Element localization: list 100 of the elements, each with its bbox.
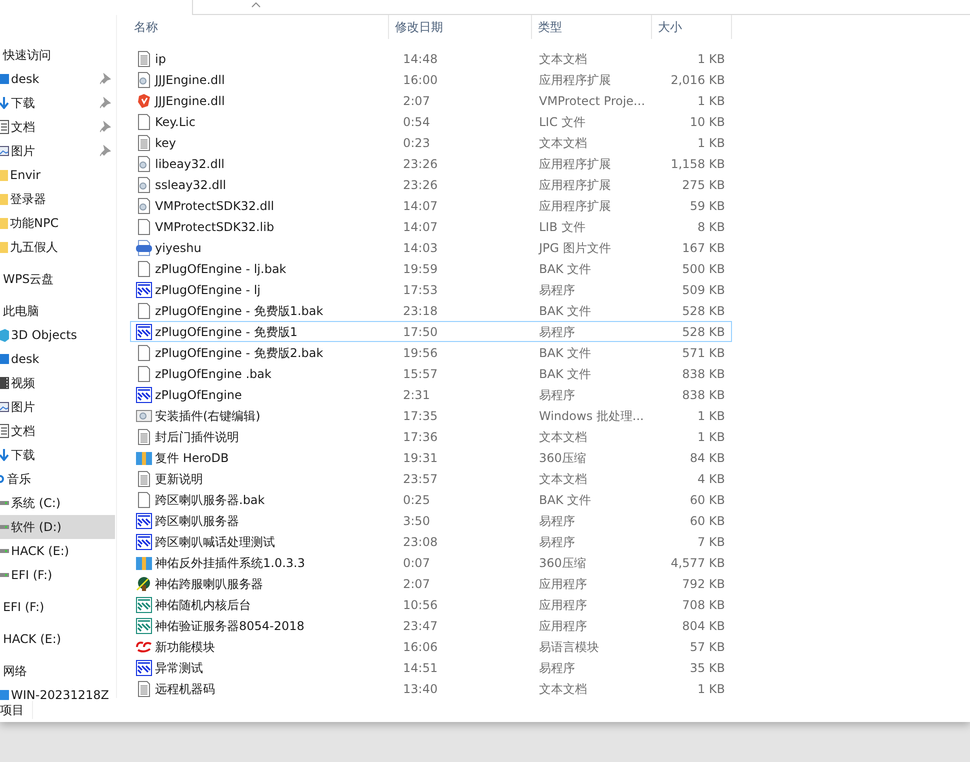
modified-date: 23:26 bbox=[402, 176, 439, 194]
file-row[interactable]: ssleay32.dll 23:26 应用程序扩展 275 KB bbox=[130, 174, 732, 195]
file-row[interactable]: yiyeshu 14:03 JPG 图片文件 167 KB bbox=[130, 237, 732, 258]
file-size: 1 KB bbox=[696, 428, 726, 446]
modified-date: 19:31 bbox=[402, 450, 439, 466]
file-row[interactable]: libeay32.dll 23:26 应用程序扩展 1,158 KB bbox=[130, 153, 732, 174]
file-row[interactable]: 异常测试 14:51 易程序 35 KB bbox=[130, 657, 732, 678]
sidebar-item[interactable]: 3D Objects bbox=[0, 323, 116, 347]
modified-date: 14:48 bbox=[402, 50, 439, 68]
file-name: 神佑验证服务器8054-2018 bbox=[155, 618, 304, 634]
sidebar-item[interactable]: 图片 bbox=[0, 395, 116, 419]
modified-date: 17:53 bbox=[402, 282, 439, 298]
sidebar-item[interactable]: 文档 bbox=[0, 115, 116, 139]
file-row[interactable]: 跨区喇叭服务器.bak 0:25 BAK 文件 60 KB bbox=[130, 489, 732, 510]
address-bar[interactable] bbox=[192, 0, 970, 15]
folder-icon bbox=[0, 194, 8, 204]
sidebar-item[interactable]: 软件 (D:) bbox=[0, 515, 115, 539]
sidebar-item[interactable]: 快速访问 bbox=[0, 43, 116, 67]
file-type: 易程序 bbox=[538, 386, 576, 404]
sidebar-item[interactable]: 音乐 bbox=[0, 467, 116, 491]
file-row[interactable]: 新功能模块 16:06 易语言模块 57 KB bbox=[130, 636, 732, 657]
modified-date: 0:54 bbox=[402, 114, 431, 130]
file-name: zPlugOfEngine bbox=[155, 386, 242, 404]
file-row[interactable]: 封后门插件说明 17:36 文本文档 1 KB bbox=[130, 426, 732, 447]
sidebar-item[interactable]: 图片 bbox=[0, 139, 116, 163]
modified-date: 16:06 bbox=[402, 638, 439, 656]
sidebar-item[interactable]: desk bbox=[0, 67, 116, 91]
column-header[interactable]: 大小 bbox=[652, 15, 732, 39]
file-row[interactable]: zPlugOfEngine - 免费版2.bak 19:56 BAK 文件 571 KB bbox=[130, 342, 732, 363]
drive-icon bbox=[0, 573, 9, 577]
file-row[interactable]: 跨区喇叭喊话处理测试 23:08 易程序 7 KB bbox=[130, 531, 732, 552]
file-row[interactable]: zPlugOfEngine - lj 17:53 易程序 509 KB bbox=[130, 279, 732, 300]
text-file-icon bbox=[136, 470, 152, 486]
file-row[interactable]: 安装插件(右键编辑) 17:35 Windows 批处理... 1 KB bbox=[130, 405, 732, 426]
sidebar-item[interactable]: 登录器 bbox=[0, 187, 116, 211]
blank-file-icon bbox=[136, 492, 152, 508]
file-size: 500 KB bbox=[681, 260, 726, 278]
file-row[interactable]: 跨区喇叭服务器 3:50 易程序 60 KB bbox=[130, 510, 732, 531]
file-row[interactable]: 更新说明 23:57 文本文档 4 KB bbox=[130, 468, 732, 489]
file-type: 360压缩 bbox=[538, 554, 587, 572]
file-type: BAK 文件 bbox=[538, 260, 592, 278]
sidebar-item[interactable]: 视频 bbox=[0, 371, 116, 395]
gear-file-icon bbox=[136, 198, 152, 214]
modified-date: 23:57 bbox=[402, 470, 439, 488]
sidebar-item[interactable]: 文档 bbox=[0, 419, 116, 443]
file-row[interactable]: JJJEngine.dll 16:00 应用程序扩展 2,016 KB bbox=[130, 69, 732, 90]
folder-icon bbox=[0, 170, 8, 180]
column-header[interactable]: 类型 bbox=[532, 15, 652, 39]
file-type: 易程序 bbox=[538, 282, 576, 298]
sidebar-item[interactable]: 下载 bbox=[0, 443, 116, 467]
file-row[interactable]: 神佑反外挂插件系统1.0.3.3 0:07 360压缩 4,577 KB bbox=[130, 552, 732, 573]
file-name: 跨区喇叭服务器.bak bbox=[155, 492, 265, 508]
sidebar-item[interactable]: 九五假人 bbox=[0, 235, 116, 259]
sidebar-item[interactable]: desk bbox=[0, 347, 116, 371]
file-name: VMProtectSDK32.dll bbox=[155, 198, 274, 214]
file-row[interactable]: Key.Lic 0:54 LIC 文件 10 KB bbox=[130, 111, 732, 132]
text-file-icon bbox=[136, 680, 152, 696]
modified-date: 17:35 bbox=[402, 408, 439, 424]
file-row[interactable]: 神佑随机内核后台 10:56 应用程序 708 KB bbox=[130, 594, 732, 615]
file-name: Key.Lic bbox=[155, 114, 196, 130]
download-arrow-icon bbox=[0, 449, 9, 461]
sidebar-item[interactable]: 功能NPC bbox=[0, 211, 116, 235]
folder-icon bbox=[0, 218, 8, 228]
file-row[interactable]: VMProtectSDK32.lib 14:07 LIB 文件 8 KB bbox=[130, 216, 732, 237]
sidebar-item[interactable]: EFI (F:) bbox=[0, 563, 116, 587]
blank-file-icon bbox=[136, 114, 152, 130]
sidebar-item[interactable]: Envir bbox=[0, 163, 116, 187]
picture-icon bbox=[0, 402, 9, 412]
file-name: 复件 HeroDB bbox=[155, 450, 229, 466]
file-row[interactable]: zPlugOfEngine .bak 15:57 BAK 文件 838 KB bbox=[130, 363, 732, 384]
file-row[interactable]: ip 14:48 文本文档 1 KB bbox=[130, 48, 732, 69]
sidebar-item[interactable]: 下载 bbox=[0, 91, 116, 115]
file-size: 2,016 KB bbox=[670, 72, 726, 88]
file-size: 167 KB bbox=[681, 240, 726, 256]
sidebar-item[interactable]: 系统 (C:) bbox=[0, 491, 116, 515]
file-row[interactable]: 复件 HeroDB 19:31 360压缩 84 KB bbox=[130, 447, 732, 468]
file-row[interactable]: zPlugOfEngine - lj.bak 19:59 BAK 文件 500 KB bbox=[130, 258, 732, 279]
sidebar-item[interactable]: HACK (E:) bbox=[0, 627, 116, 651]
file-row[interactable]: zPlugOfEngine 2:31 易程序 838 KB bbox=[130, 384, 732, 405]
sidebar-item[interactable]: HACK (E:) bbox=[0, 539, 116, 563]
sidebar-item[interactable]: 此电脑 bbox=[0, 299, 116, 323]
download-arrow-icon bbox=[0, 97, 9, 109]
file-row[interactable]: VMProtectSDK32.dll 14:07 应用程序扩展 59 KB bbox=[130, 195, 732, 216]
column-header[interactable]: 名称 bbox=[117, 15, 389, 39]
file-row[interactable]: JJJEngine.dll 2:07 VMProtect Proje... 1 KB bbox=[130, 90, 732, 111]
file-row[interactable]: 远程机器码 13:40 文本文档 1 KB bbox=[130, 678, 732, 699]
file-row[interactable]: zPlugOfEngine - 免费版1.bak 23:18 BAK 文件 528 KB bbox=[130, 300, 732, 321]
file-row[interactable]: key 0:23 文本文档 1 KB bbox=[130, 132, 732, 153]
file-row[interactable]: 神佑验证服务器8054-2018 23:47 应用程序 804 KB bbox=[130, 615, 732, 636]
sidebar-item[interactable]: 网络 bbox=[0, 659, 116, 683]
file-name: zPlugOfEngine - lj bbox=[155, 282, 261, 298]
sidebar-item[interactable]: WPS云盘 bbox=[0, 267, 116, 291]
sidebar-item[interactable]: EFI (F:) bbox=[0, 595, 116, 619]
modified-date: 0:23 bbox=[402, 134, 431, 152]
file-row[interactable]: 神佑跨服喇叭服务器 2:07 应用程序 792 KB bbox=[130, 573, 732, 594]
column-header[interactable]: 修改日期 bbox=[389, 15, 532, 39]
file-row[interactable]: zPlugOfEngine - 免费版1 17:50 易程序 528 KB bbox=[130, 321, 732, 342]
gear-file-icon bbox=[136, 176, 152, 192]
file-size: 60 KB bbox=[688, 492, 726, 508]
modified-date: 14:03 bbox=[402, 240, 439, 256]
